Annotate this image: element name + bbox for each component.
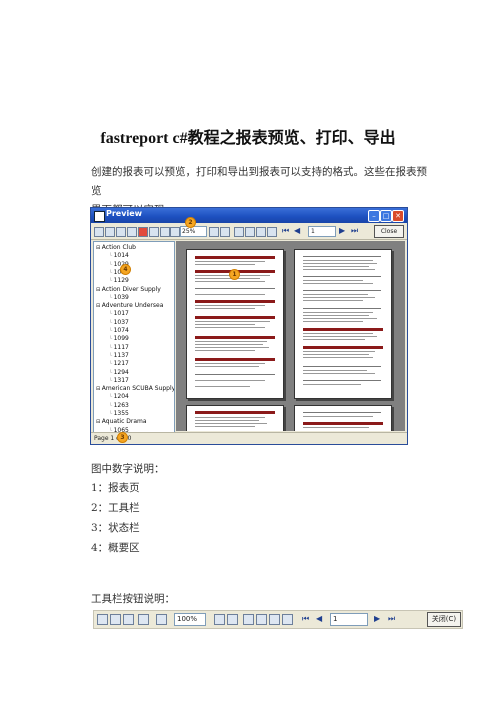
tree-leaf[interactable]: 1129: [108, 277, 129, 285]
tree-leaf[interactable]: 1217: [108, 360, 129, 368]
tree-leaf[interactable]: 1263: [108, 402, 129, 410]
window-title: Preview: [106, 209, 143, 218]
report-page-4: [294, 405, 392, 431]
window-titlebar: Preview – □ ✕: [91, 208, 407, 223]
tree-group[interactable]: American SCUBA Supply: [96, 385, 174, 393]
print-icon[interactable]: [97, 614, 108, 625]
prev-page-icon[interactable]: ◀: [294, 226, 300, 236]
tree-leaf[interactable]: 1074: [108, 327, 129, 335]
marker-4: 4: [120, 264, 131, 275]
fullscreen-icon[interactable]: [220, 227, 230, 237]
report-page-3: [186, 405, 284, 431]
edit-icon[interactable]: [282, 614, 293, 625]
tree-group[interactable]: Action Club: [96, 244, 136, 252]
legend-item-1: 1：报表页: [91, 482, 140, 494]
page-2-content: [303, 256, 383, 385]
status-bar: Page 1 of 30: [91, 432, 407, 444]
maximize-button[interactable]: □: [380, 210, 392, 222]
next-page-icon[interactable]: ▶: [339, 226, 345, 236]
outline-icon[interactable]: [243, 614, 254, 625]
tree-leaf[interactable]: 1017: [108, 310, 129, 318]
page-number-input[interactable]: 1: [330, 613, 368, 626]
zoom-in-icon[interactable]: [156, 614, 167, 625]
save-icon[interactable]: [116, 227, 126, 237]
zoom-out-icon[interactable]: [209, 227, 219, 237]
report-view: [176, 241, 405, 431]
find-icon[interactable]: [160, 227, 170, 237]
tree-leaf[interactable]: 1355: [108, 410, 129, 418]
preview-window: Preview – □ ✕ 25% ⏮ ◀ 1 ▶ ⏭ Close Action…: [90, 207, 408, 445]
tree-group[interactable]: Aquatic Drama: [96, 418, 147, 426]
page-number-input[interactable]: 1: [308, 226, 336, 237]
close-button[interactable]: 关闭(C): [427, 612, 461, 627]
tree-leaf[interactable]: 1294: [108, 369, 129, 377]
window-close-button[interactable]: ✕: [392, 210, 404, 222]
minimize-button[interactable]: –: [368, 210, 380, 222]
legend-item-3: 3：状态栏: [91, 522, 140, 534]
zoom-in-icon[interactable]: [170, 227, 180, 237]
tree-leaf[interactable]: 1204: [108, 393, 129, 401]
tree-leaf[interactable]: 1014: [108, 252, 129, 260]
preview-toolbar: 25% ⏮ ◀ 1 ▶ ⏭ Close: [91, 223, 407, 240]
open-icon[interactable]: [110, 614, 121, 625]
print-icon[interactable]: [94, 227, 104, 237]
find-icon[interactable]: [138, 614, 149, 625]
prev-page-icon[interactable]: ◀: [316, 614, 322, 624]
tree-leaf[interactable]: 1039: [108, 294, 129, 302]
last-page-icon[interactable]: ⏭: [388, 614, 395, 624]
tree-leaf[interactable]: 1117: [108, 344, 129, 352]
toolbar-heading: 工具栏按钮说明：: [91, 593, 175, 605]
tree-leaf[interactable]: 1037: [108, 319, 129, 327]
legend-heading: 图中数字说明：: [91, 463, 165, 475]
outline-icon[interactable]: [234, 227, 244, 237]
app-icon: [94, 211, 105, 222]
save-icon[interactable]: [123, 614, 134, 625]
edit-icon[interactable]: [267, 227, 277, 237]
thumbnails-icon[interactable]: [256, 614, 267, 625]
tree-leaf[interactable]: 1137: [108, 352, 129, 360]
outline-tree: Action Club1014102910381129Action Diver …: [93, 241, 175, 433]
page-3-content: [195, 411, 275, 427]
tree-leaf[interactable]: 1317: [108, 377, 129, 385]
fullscreen-icon[interactable]: [227, 614, 238, 625]
next-page-icon[interactable]: ▶: [374, 614, 380, 624]
zoom-select[interactable]: 100%: [174, 613, 206, 626]
first-page-icon[interactable]: ⏮: [282, 226, 289, 236]
page-4-content: [303, 412, 383, 428]
document-title: fastreport c#教程之报表预览、打印、导出: [100, 130, 396, 147]
legend-item-4: 4：概要区: [91, 542, 140, 554]
pdf-export-icon[interactable]: [138, 227, 148, 237]
tree-group[interactable]: Adventure Undersea: [96, 302, 164, 310]
zoom-out-icon[interactable]: [214, 614, 225, 625]
email-icon[interactable]: [149, 227, 159, 237]
tree-group[interactable]: Action Diver Supply: [96, 286, 161, 294]
page-setup-icon[interactable]: [245, 227, 255, 237]
page-setup-icon[interactable]: [269, 614, 280, 625]
export-icon[interactable]: [127, 227, 137, 237]
report-page-2: [294, 249, 392, 399]
last-page-icon[interactable]: ⏭: [351, 226, 358, 236]
first-page-icon[interactable]: ⏮: [302, 614, 309, 624]
zoom-select[interactable]: 25%: [180, 226, 207, 237]
intro-line-1: 创建的报表可以预览，打印和导出到报表可以支持的格式。这些在报表预览: [91, 166, 427, 197]
open-icon[interactable]: [105, 227, 115, 237]
thumbnails-icon[interactable]: [256, 227, 266, 237]
preview-close-button[interactable]: Close: [374, 225, 404, 238]
marker-2: 2: [185, 217, 196, 228]
legend-item-2: 2：工具栏: [91, 502, 140, 514]
marker-1: 1: [229, 269, 240, 280]
tree-leaf[interactable]: 1099: [108, 335, 129, 343]
toolbar-strip: 100% ⏮ ◀ 1 ▶ ⏭ 关闭(C): [93, 610, 463, 629]
marker-3: 3: [117, 432, 128, 443]
